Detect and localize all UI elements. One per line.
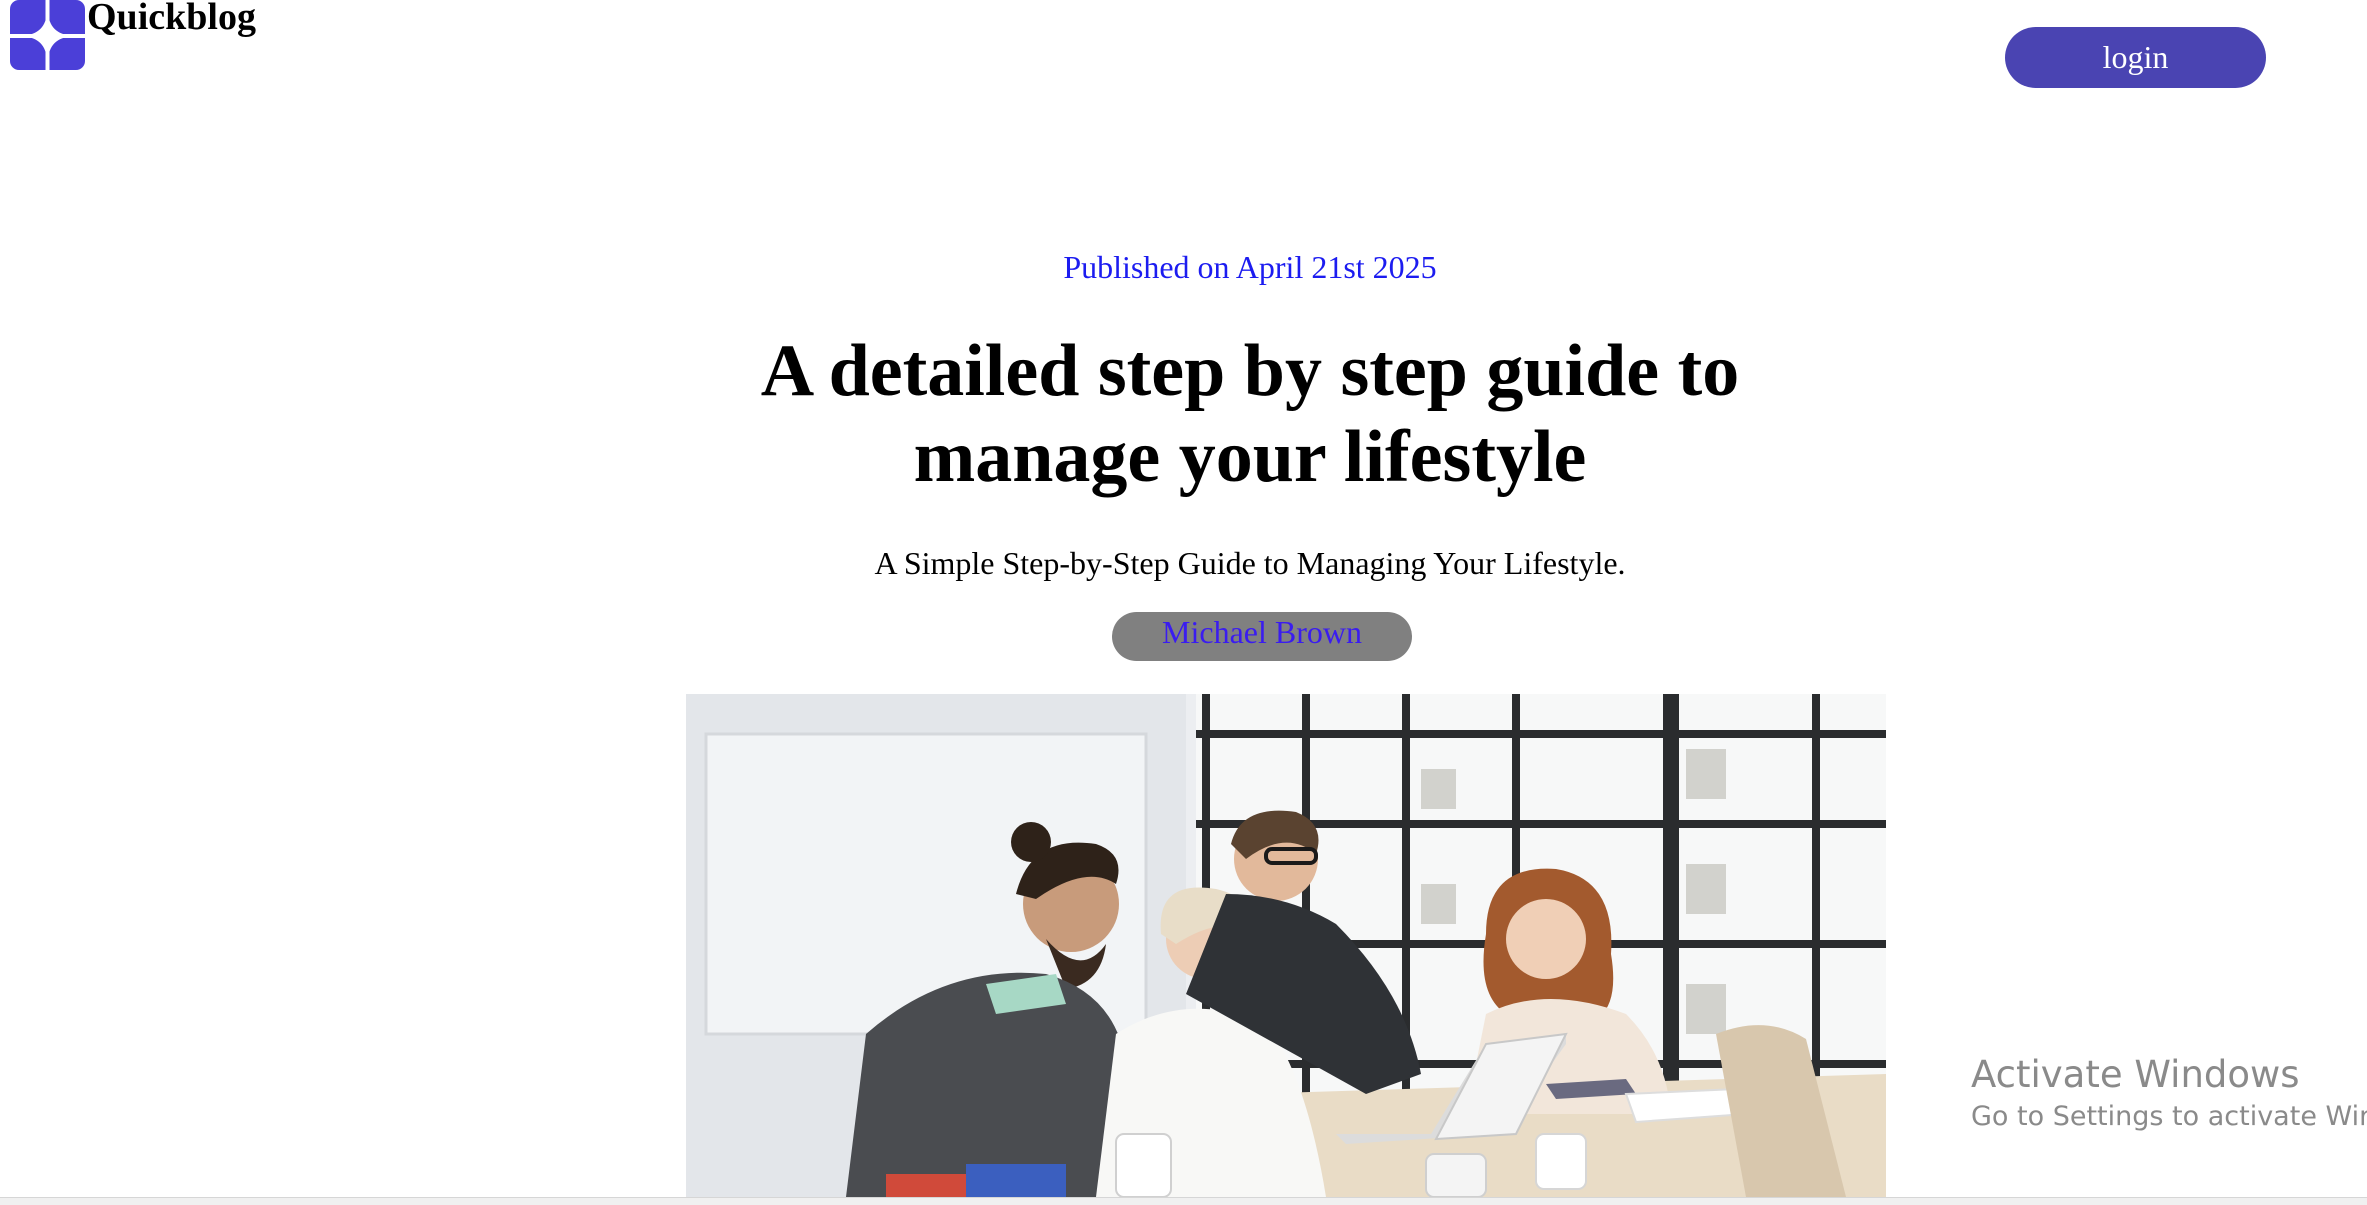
watermark-subtitle: Go to Settings to activate Windows. <box>1971 1101 2367 1132</box>
watermark-title: Activate Windows <box>1971 1053 2300 1096</box>
brand-name[interactable]: Quickblog <box>87 0 256 40</box>
article-subtitle: A Simple Step-by-Step Guide to Managing … <box>874 545 1626 581</box>
author-link[interactable]: Michael Brown <box>1112 612 1412 661</box>
hero-image <box>686 694 1886 1197</box>
sparkle-icon[interactable] <box>10 0 85 70</box>
activate-windows-watermark: Activate Windows Go to Settings to activ… <box>1971 1052 2367 1136</box>
window-bottom-edge <box>0 1197 2367 1205</box>
article-title: A detailed step by step guide to manage … <box>760 330 1740 498</box>
login-button[interactable]: login <box>2005 27 2266 88</box>
published-date: Published on April 21st 2025 <box>1063 249 1437 285</box>
page: Quickblog login Published on April 21st … <box>0 0 2367 1205</box>
